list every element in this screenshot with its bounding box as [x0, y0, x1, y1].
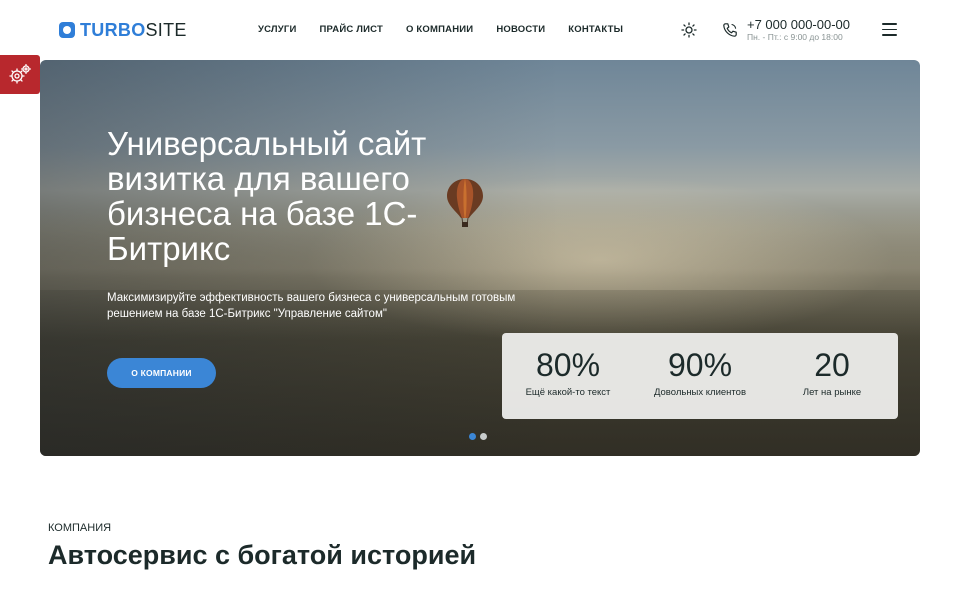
- nav-item-services[interactable]: Услуги: [258, 24, 297, 35]
- hero-slider: Универсальный сайт визитка для вашего би…: [40, 60, 920, 456]
- stat-item: 90% Довольных клиентов: [634, 333, 766, 419]
- stat-value: 20: [814, 347, 850, 383]
- sun-icon[interactable]: [681, 22, 697, 38]
- stat-value: 80%: [535, 347, 601, 383]
- about-company-button[interactable]: О компании: [107, 358, 216, 388]
- settings-tab[interactable]: [0, 55, 40, 94]
- logo-text-site: SITE: [145, 19, 187, 40]
- nav-item-contacts[interactable]: Контакты: [568, 24, 623, 35]
- logo[interactable]: TURBO SITE: [59, 20, 187, 40]
- phone-hours: Пн. - Пт.: с 9:00 до 18:00: [747, 32, 843, 42]
- logo-text-turbo: TURBO: [80, 19, 146, 40]
- nav-item-news[interactable]: Новости: [496, 24, 545, 35]
- slider-dot-1[interactable]: [469, 433, 476, 440]
- stat-value: 90%: [667, 347, 733, 383]
- burger-menu-icon[interactable]: [882, 23, 897, 36]
- burger-line: [882, 34, 897, 36]
- site-header: TURBO SITE Услуги Прайс лист О компании …: [0, 0, 960, 60]
- slider-dot-2[interactable]: [480, 433, 487, 440]
- logo-mark-icon: [59, 22, 75, 38]
- stat-label: Довольных клиентов: [653, 387, 746, 398]
- phone-icon[interactable]: [722, 22, 738, 38]
- gears-icon: [9, 63, 32, 84]
- slider-pagination: [469, 433, 487, 440]
- section-eyebrow: Компания: [48, 522, 112, 534]
- stats-panel: 80% Ещё какой-то текст 90% Довольных кли…: [502, 333, 898, 419]
- hero-title: Универсальный сайт визитка для вашего би…: [107, 125, 427, 267]
- burger-line: [882, 23, 897, 25]
- burger-line: [882, 28, 897, 30]
- main-nav: Услуги Прайс лист О компании Новости Кон…: [258, 24, 623, 35]
- section-title: Автосервис с богатой историей: [48, 540, 477, 570]
- hero-subtitle: Максимизируйте эффективность вашего бизн…: [107, 292, 516, 320]
- stat-item: 80% Ещё какой-то текст: [502, 333, 634, 419]
- stat-item: 20 Лет на рынке: [766, 333, 898, 419]
- nav-item-price-list[interactable]: Прайс лист: [320, 24, 383, 35]
- stat-label: Ещё какой-то текст: [525, 387, 611, 398]
- stat-label: Лет на рынке: [802, 387, 862, 398]
- phone-number[interactable]: +7 000 000-00-00: [747, 17, 850, 32]
- nav-item-about[interactable]: О компании: [406, 24, 473, 35]
